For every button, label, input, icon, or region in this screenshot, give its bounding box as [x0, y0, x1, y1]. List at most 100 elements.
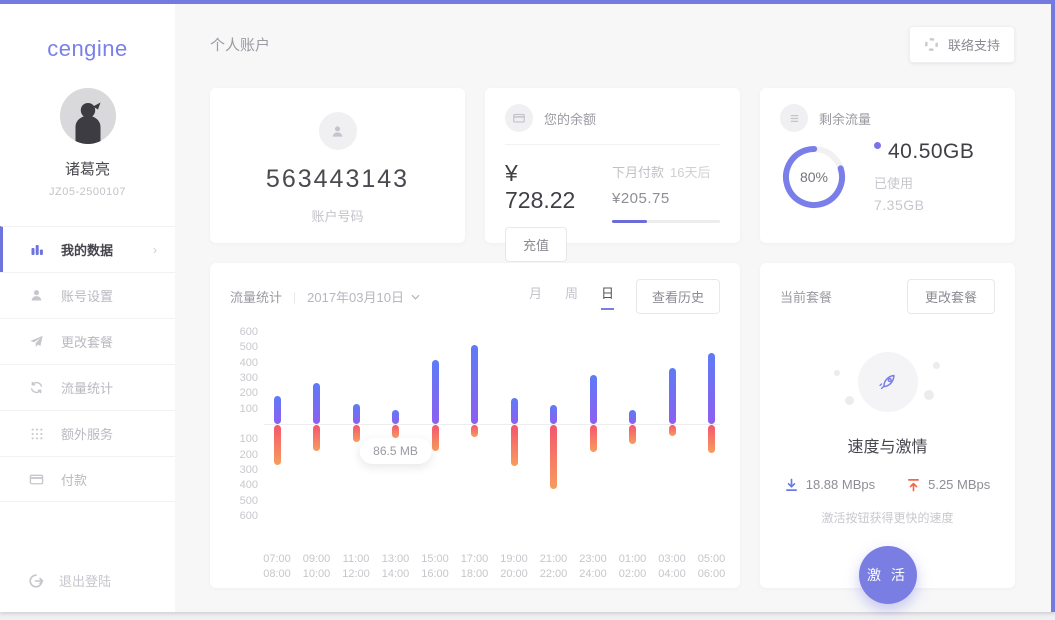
tab-周[interactable]: 周 [565, 283, 578, 310]
bar-down[interactable] [708, 425, 715, 453]
vertical-separator: | [293, 290, 296, 304]
plan-speeds: 18.88 MBps 5.25 MBps [785, 477, 991, 492]
sidebar-item-流量统计[interactable]: 流量统计 [0, 364, 175, 410]
bar-up[interactable] [511, 398, 518, 424]
paper-plane-icon [28, 333, 45, 350]
logout-button[interactable]: 退出登陆 [28, 571, 111, 590]
balance-amount: ¥ 728.22 [505, 160, 582, 214]
next-payment-due: 16天后 [670, 165, 710, 180]
account-number: 563443143 [266, 165, 409, 194]
chevron-down-icon [411, 294, 420, 300]
bar-down[interactable] [511, 425, 518, 466]
bar-up[interactable] [669, 368, 676, 424]
bar-up[interactable] [392, 410, 399, 424]
data-card-body: 80% 40.50GB 已使用 7.35GB [780, 140, 995, 213]
date-value: 2017年03月10日 [307, 287, 404, 306]
x-axis-label: 09:00 10:00 [303, 552, 331, 582]
sidebar-item-label: 流量统计 [61, 378, 113, 397]
rocket-icon [858, 352, 918, 412]
bar-down[interactable] [353, 425, 360, 442]
bar-up[interactable] [471, 345, 478, 424]
support-button[interactable]: 联络支持 [909, 26, 1015, 63]
y-tick-label: 500 [230, 495, 258, 507]
sidebar-menu: 我的数据›账号设置更改套餐流量统计额外服务付款 [0, 226, 175, 502]
chart-header: 流量统计 | 2017年03月10日 月周日 查看历史 [230, 279, 720, 314]
next-payment-line: 下月付款16天后 [612, 162, 720, 181]
bar-up[interactable] [274, 396, 281, 424]
chart-tooltip: 86.5 MB [359, 438, 432, 464]
period-tabs: 月周日 [529, 283, 614, 310]
x-axis-label: 15:00 16:00 [421, 552, 449, 582]
x-axis-labels: 07:00 08:0009:00 10:0011:00 12:0013:00 1… [230, 552, 720, 584]
bar-down[interactable] [590, 425, 597, 452]
page-title: 个人账户 [210, 34, 270, 55]
x-axis-label: 17:00 18:00 [461, 552, 489, 582]
plan-name: 速度与激情 [847, 433, 927, 457]
bar-up[interactable] [629, 410, 636, 424]
y-tick-label: 500 [230, 341, 258, 353]
sidebar-item-label: 我的数据 [61, 240, 113, 259]
bar-down[interactable] [432, 425, 439, 451]
bar-down[interactable] [313, 425, 320, 451]
sync-icon [28, 379, 45, 396]
bar-up[interactable] [590, 375, 597, 424]
bar-chart-plot: 60050040030020010010020030040050060086.5… [230, 332, 720, 534]
date-picker[interactable]: 2017年03月10日 [307, 287, 420, 306]
bar-up[interactable] [550, 405, 557, 424]
upload-value: 5.25 MBps [928, 477, 990, 492]
sidebar-item-额外服务[interactable]: 额外服务 [0, 410, 175, 456]
data-used-label: 已使用 [874, 173, 974, 192]
data-used-value: 7.35GB [874, 197, 974, 213]
recharge-button[interactable]: 充值 [505, 227, 567, 262]
bar-up[interactable] [353, 404, 360, 424]
tab-日[interactable]: 日 [601, 283, 614, 310]
sidebar-item-更改套餐[interactable]: 更改套餐 [0, 318, 175, 364]
summary-cards-row: 563443143 账户号码 您的余额 [210, 88, 1015, 243]
credit-card-icon [28, 471, 45, 488]
bar-down[interactable] [392, 425, 399, 438]
x-axis-label: 03:00 04:00 [658, 552, 686, 582]
download-icon [785, 478, 798, 492]
x-axis-label: 19:00 20:00 [500, 552, 528, 582]
sidebar-item-label: 更改套餐 [61, 332, 113, 351]
y-tick-label: 400 [230, 357, 258, 369]
deco-dot [845, 396, 854, 405]
plan-illustration [858, 352, 918, 412]
data-remaining-value: 40.50GB [888, 140, 974, 164]
list-icon [780, 104, 808, 132]
download-speed: 18.88 MBps [785, 477, 875, 492]
y-tick-label: 600 [230, 510, 258, 522]
divider [505, 144, 720, 145]
plan-title: 当前套餐 [780, 287, 832, 306]
bar-up[interactable] [313, 383, 320, 424]
support-label: 联络支持 [948, 35, 1000, 54]
grid-dots-icon [28, 425, 45, 442]
y-tick-label: 400 [230, 479, 258, 491]
upload-speed: 5.25 MBps [907, 477, 990, 492]
data-card-title: 剩余流量 [819, 109, 871, 128]
usage-percent: 80% [780, 143, 848, 211]
sidebar-item-label: 付款 [61, 470, 87, 489]
view-history-button[interactable]: 查看历史 [636, 279, 720, 314]
avatar [60, 88, 116, 144]
sidebar-item-我的数据[interactable]: 我的数据› [0, 226, 175, 272]
bar-down[interactable] [550, 425, 557, 489]
bar-chart-icon [28, 241, 45, 258]
bar-down[interactable] [274, 425, 281, 465]
bar-down[interactable] [669, 425, 676, 436]
bar-down[interactable] [471, 425, 478, 437]
bar-down[interactable] [629, 425, 636, 444]
change-plan-button[interactable]: 更改套餐 [907, 279, 995, 314]
y-tick-label: 300 [230, 464, 258, 476]
bar-up[interactable] [708, 353, 715, 424]
sidebar-item-账号设置[interactable]: 账号设置 [0, 272, 175, 318]
bar-up[interactable] [432, 360, 439, 424]
user-id: JZ05-2500107 [0, 186, 175, 198]
plan-header: 当前套餐 更改套餐 [780, 279, 995, 314]
sidebar-item-付款[interactable]: 付款 [0, 456, 175, 502]
person-photo-silhouette [60, 88, 116, 144]
viewport: cengine 诸葛亮 JZ05-2500107 我的数据›账号设置更改套餐流量… [0, 0, 1055, 620]
activate-button[interactable]: 激 活 [859, 546, 917, 604]
tab-月[interactable]: 月 [529, 283, 542, 310]
x-axis-label: 21:00 22:00 [540, 552, 568, 582]
